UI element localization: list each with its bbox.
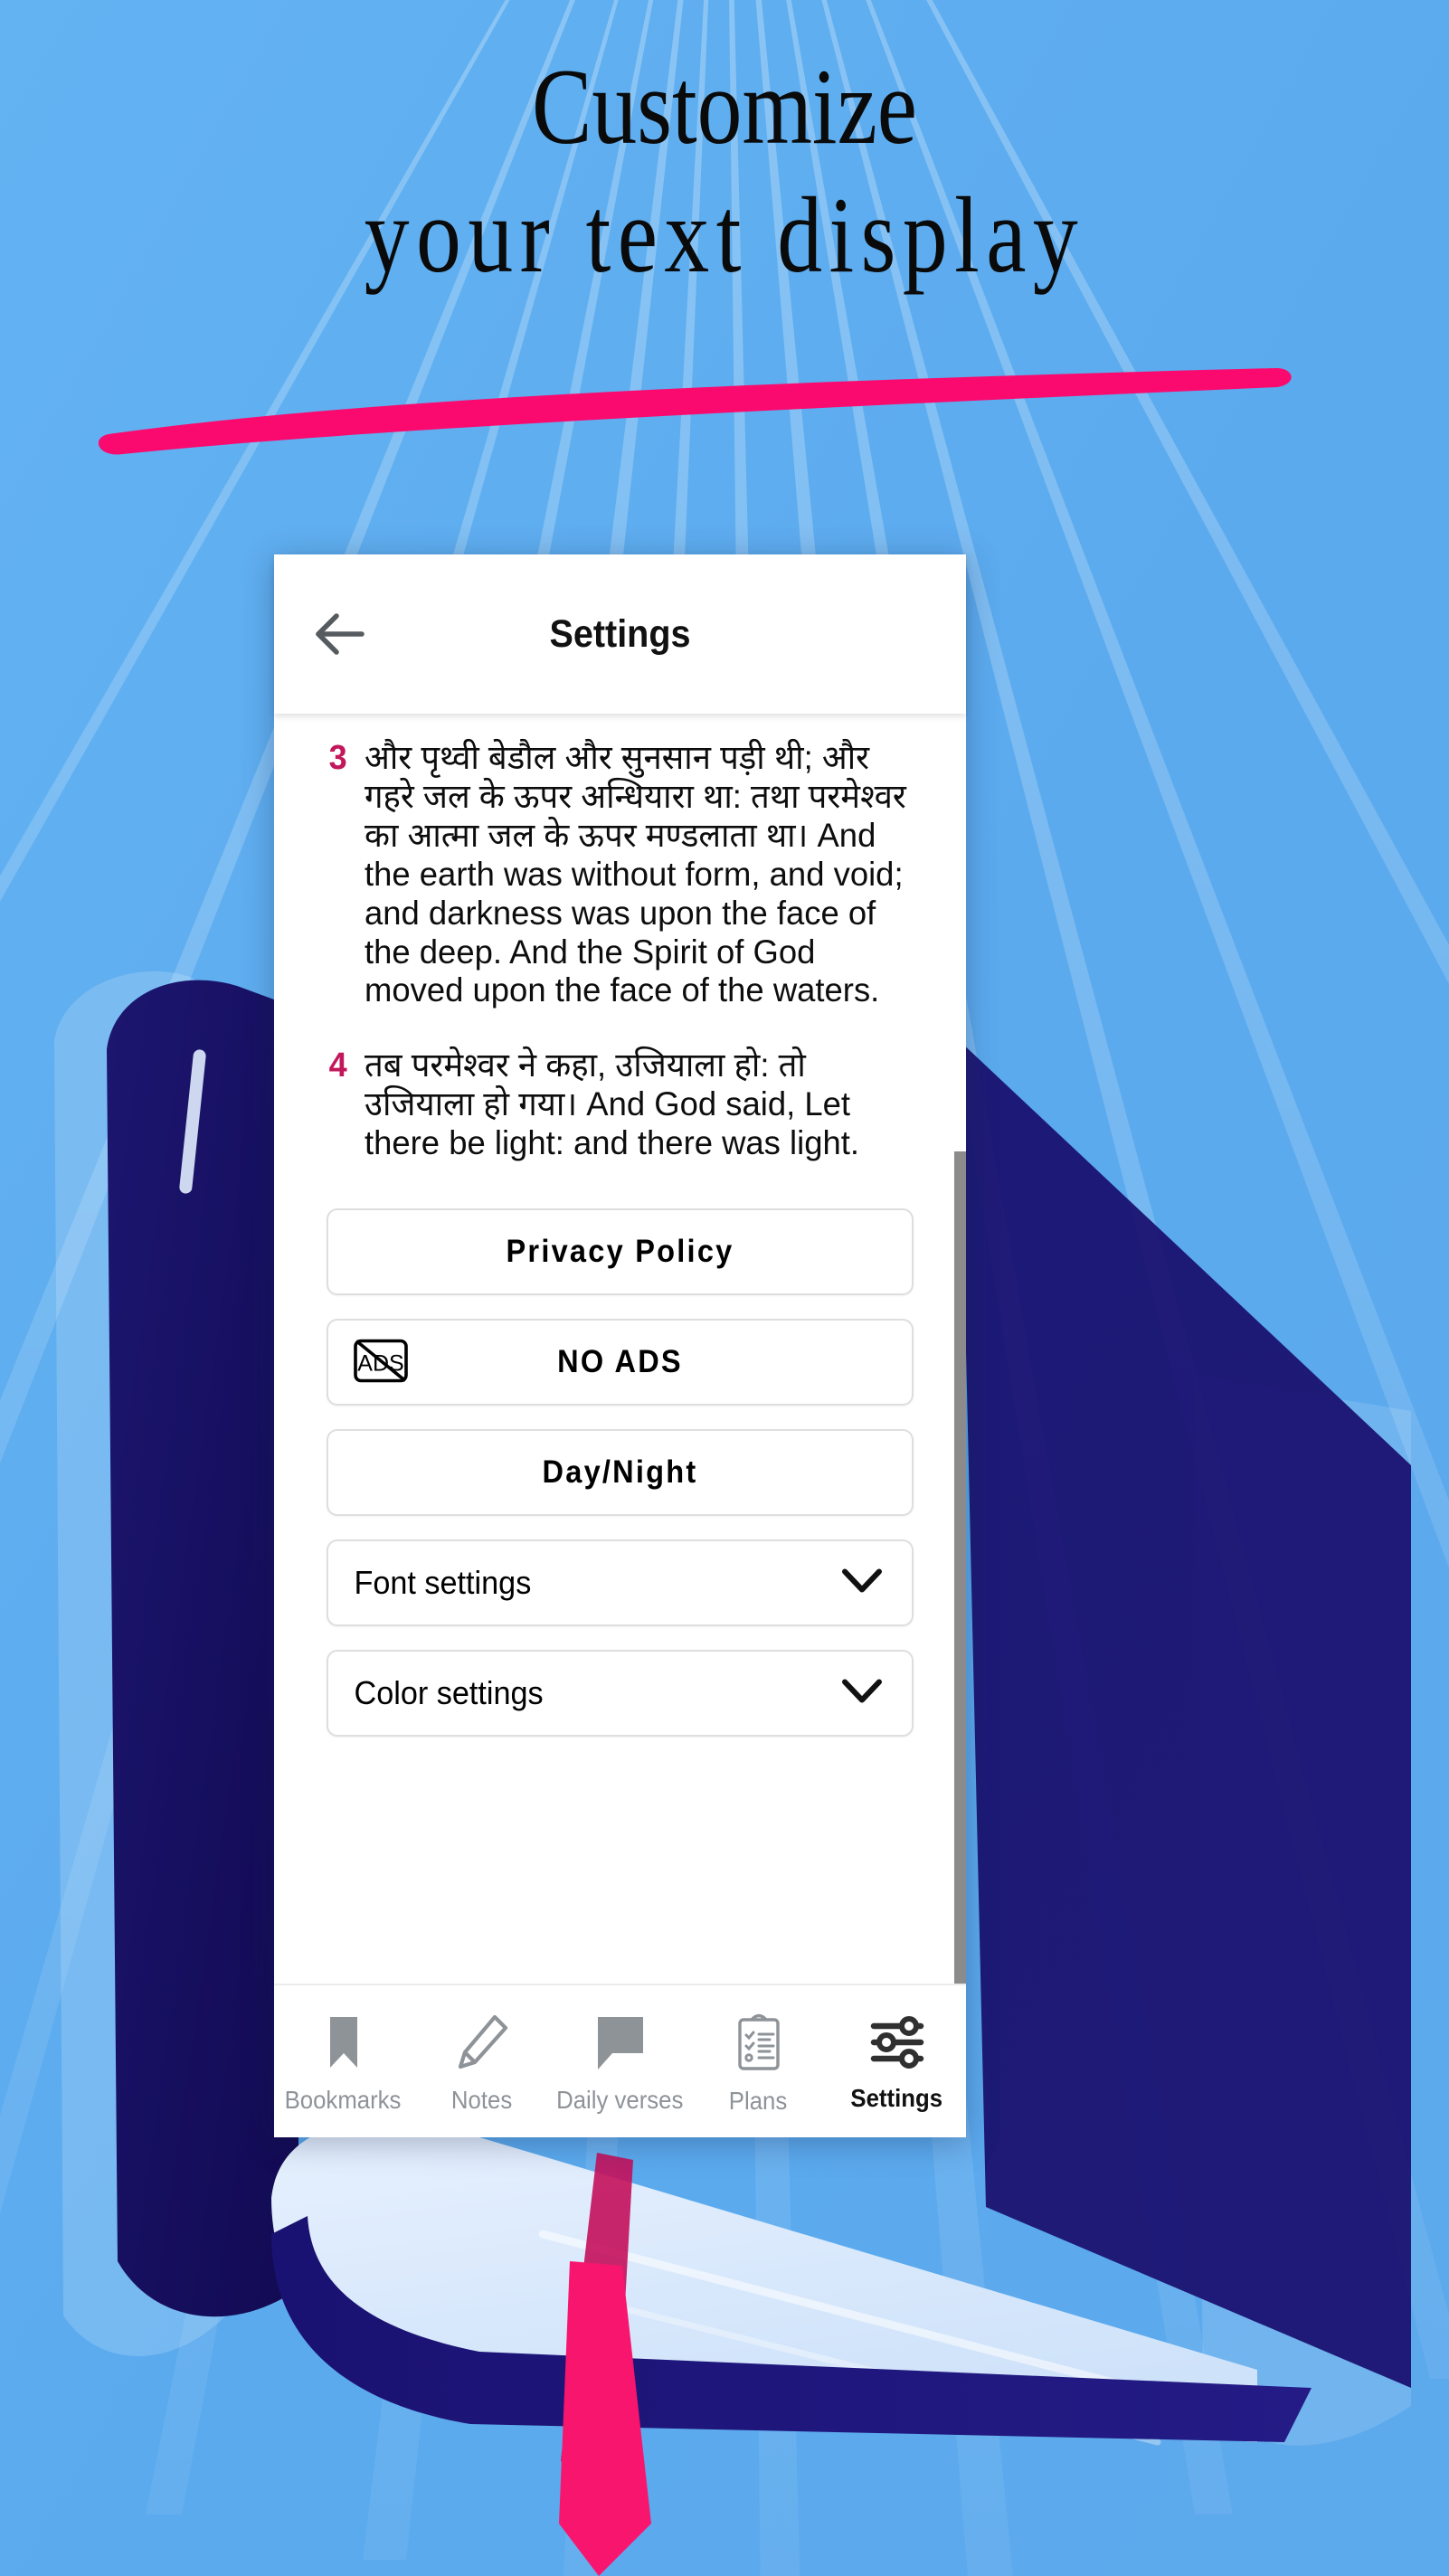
verse-item: 4 तब परमेश्वर ने कहा, उजियाला हो: तो उजि… — [328, 1046, 919, 1163]
no-ads-button[interactable]: ADS NO ADS — [327, 1319, 914, 1406]
settings-scroll-area[interactable]: 3 और पृथ्वी बेडौल और सुनसान पड़ी थी; और … — [274, 714, 966, 1984]
sliders-icon — [870, 2016, 923, 2069]
font-settings-label: Font settings — [354, 1564, 532, 1602]
verse-list: 3 और पृथ्वी बेडौल और सुनसान पड़ी थी; और … — [274, 739, 966, 1163]
privacy-policy-label: Privacy Policy — [506, 1234, 734, 1270]
verse-item: 3 और पृथ्वी बेडौल और सुनसान पड़ी थी; और … — [328, 739, 919, 1010]
nav-item-notes[interactable]: Notes — [412, 1985, 551, 2137]
app-header: Settings — [274, 554, 966, 714]
vertical-scrollbar[interactable] — [954, 1151, 966, 1984]
bottom-navigation: Bookmarks Notes Daily verses Plans Setti… — [274, 1984, 966, 2137]
nav-item-daily-verses[interactable]: Daily verses — [551, 1985, 689, 2137]
clipboard-checklist-icon — [737, 2013, 780, 2070]
headline-underline-swoosh — [98, 367, 1292, 455]
nav-label: Bookmarks — [285, 2086, 402, 2114]
nav-label: Daily verses — [556, 2086, 684, 2114]
color-settings-button[interactable]: Color settings — [327, 1650, 914, 1738]
verse-number: 3 — [328, 739, 347, 777]
privacy-policy-button[interactable]: Privacy Policy — [327, 1208, 914, 1296]
nav-item-settings[interactable]: Settings — [828, 1985, 966, 2137]
nav-label: Settings — [850, 2084, 943, 2112]
pencil-icon — [458, 2014, 507, 2069]
no-ads-label: NO ADS — [557, 1344, 683, 1380]
nav-label: Notes — [450, 2086, 513, 2114]
color-settings-label: Color settings — [354, 1674, 544, 1712]
day-night-label: Day/Night — [542, 1454, 698, 1491]
chevron-down-icon — [841, 1678, 883, 1709]
chevron-down-icon — [841, 1567, 883, 1599]
font-settings-button[interactable]: Font settings — [327, 1539, 914, 1627]
app-screen: Settings 3 और पृथ्वी बेडौल और सुनसान पड़… — [274, 554, 966, 2137]
page-title: Settings — [549, 611, 691, 656]
speech-bubble-icon — [597, 2017, 643, 2069]
bookmark-icon — [329, 2017, 357, 2068]
nav-item-plans[interactable]: Plans — [689, 1985, 828, 2137]
settings-options-list: Privacy Policy ADS NO ADS Day/Night Font… — [274, 1199, 966, 1738]
verse-number: 4 — [328, 1046, 347, 1085]
verse-text: तब परमेश्वर ने कहा, उजियाला हो: तो उजिया… — [365, 1046, 860, 1162]
nav-item-bookmarks[interactable]: Bookmarks — [274, 1985, 412, 2137]
day-night-button[interactable]: Day/Night — [327, 1429, 914, 1517]
nav-label: Plans — [729, 2087, 788, 2115]
verse-text: और पृथ्वी बेडौल और सुनसान पड़ी थी; और गह… — [365, 739, 906, 1009]
